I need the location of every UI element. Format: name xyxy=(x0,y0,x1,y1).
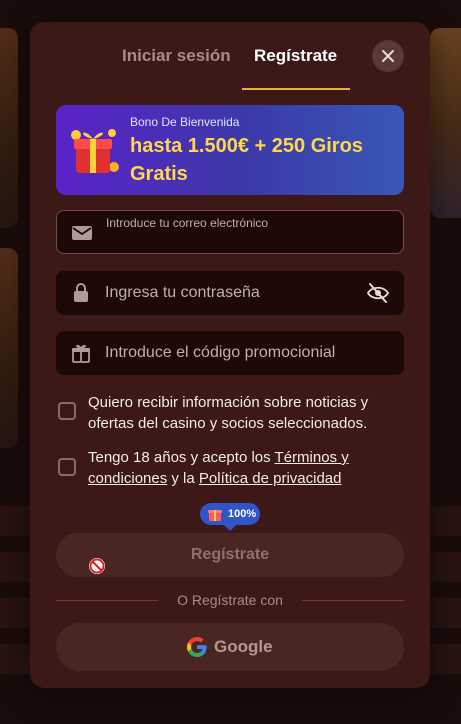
welcome-bonus-banner: Bono De Bienvenida hasta 1.500€ + 250 Gi… xyxy=(56,105,404,195)
lock-icon xyxy=(74,283,88,302)
tab-register[interactable]: Regístrate xyxy=(254,46,337,66)
email-field[interactable]: Introduce tu correo electrónico xyxy=(56,210,404,254)
google-button-label: Google xyxy=(214,637,273,656)
promo-placeholder: Introduce el código promocionial xyxy=(105,344,336,361)
badge-text: 100% xyxy=(228,508,257,520)
bonus-title: hasta 1.500€ + 250 Giros Gratis xyxy=(130,135,363,185)
register-modal: Iniciar sesión Regístrate Bono De Bienve… xyxy=(30,22,430,688)
google-logo-icon xyxy=(187,637,207,657)
bonus-percent-badge: 100% xyxy=(200,503,260,531)
close-icon xyxy=(382,50,394,62)
password-field[interactable]: Ingresa tu contraseña xyxy=(56,271,404,315)
email-input[interactable] xyxy=(106,231,386,251)
gift-icon xyxy=(72,344,90,363)
gift-icon xyxy=(208,510,222,521)
mail-icon xyxy=(72,226,92,240)
background-game-tile xyxy=(0,248,18,448)
privacy-link[interactable]: Política de privacidad xyxy=(199,470,342,487)
bonus-kicker: Bono De Bienvenida xyxy=(130,115,240,129)
age-terms-checkbox[interactable] xyxy=(58,458,76,476)
eye-off-icon[interactable] xyxy=(366,282,390,304)
no-entry-icon xyxy=(89,558,105,574)
tab-login[interactable]: Iniciar sesión xyxy=(122,46,231,66)
auth-tabs: Iniciar sesión Regístrate xyxy=(30,22,430,92)
divider-line-right xyxy=(302,600,404,601)
promo-code-field[interactable]: Introduce el código promocionial xyxy=(56,331,404,375)
age-terms-prefix: Tengo 18 años y acepto los xyxy=(88,449,275,466)
register-submit-button[interactable]: Regístrate xyxy=(56,533,404,577)
age-terms-middle: y la xyxy=(167,470,199,487)
age-terms-text: Tengo 18 años y acepto los Términos y co… xyxy=(88,447,406,489)
email-field-label: Introduce tu correo electrónico xyxy=(106,216,269,230)
background-game-tile xyxy=(0,28,18,228)
active-tab-indicator xyxy=(242,88,350,90)
close-button[interactable] xyxy=(372,40,404,72)
background-game-tile xyxy=(430,28,461,218)
gift-box-icon xyxy=(71,129,119,173)
google-signin-button[interactable]: Google xyxy=(56,623,404,671)
password-placeholder: Ingresa tu contraseña xyxy=(105,284,260,301)
marketing-checkbox[interactable] xyxy=(58,402,76,420)
marketing-consent-text: Quiero recibir información sobre noticia… xyxy=(88,394,369,432)
badge-pointer xyxy=(224,525,236,531)
